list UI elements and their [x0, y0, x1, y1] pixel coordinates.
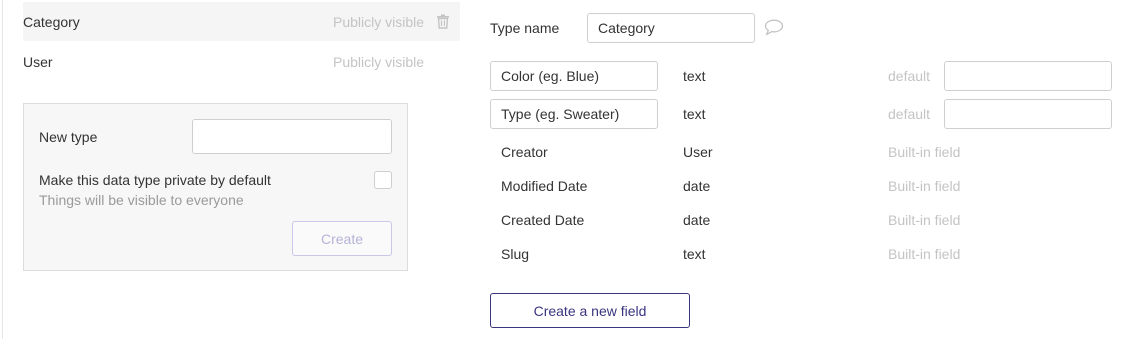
new-type-label: New type [39, 129, 98, 145]
type-list-item-privacy[interactable]: Publicly visible [333, 14, 424, 30]
builtin-field-name: Slug [501, 246, 530, 262]
create-new-field-button[interactable]: Create a new field [490, 293, 690, 328]
field-default-label: default [888, 68, 931, 84]
private-by-default-help: Things will be visible to everyone [39, 192, 244, 208]
type-list-item-category[interactable]: Category Publicly visible [23, 2, 460, 41]
builtin-field-name: Created Date [501, 212, 585, 228]
builtin-field-note: Built-in field [888, 178, 961, 194]
comment-icon[interactable] [764, 19, 784, 36]
type-list-item-privacy[interactable]: Publicly visible [333, 54, 424, 70]
builtin-field-type: date [683, 178, 711, 194]
field-default-label: default [888, 106, 931, 122]
builtin-field-name: Modified Date [501, 178, 588, 194]
private-by-default-checkbox[interactable] [374, 171, 392, 189]
builtin-field-name: Creator [501, 144, 548, 160]
field-name-input[interactable] [490, 99, 658, 129]
builtin-field-type: User [683, 144, 713, 160]
private-by-default-label: Make this data type private by default [39, 172, 271, 188]
builtin-field-type: text [683, 246, 706, 262]
type-list-item-user[interactable]: User Publicly visible [23, 42, 460, 81]
builtin-field-note: Built-in field [888, 212, 961, 228]
field-default-input[interactable] [944, 61, 1112, 91]
create-type-button[interactable]: Create [292, 221, 392, 256]
field-name-input[interactable] [490, 61, 658, 91]
type-list-item-name: User [23, 53, 53, 70]
field-type[interactable]: text [683, 106, 706, 122]
type-list-item-name: Category [23, 13, 80, 30]
trash-icon[interactable] [436, 14, 450, 29]
field-type[interactable]: text [683, 68, 706, 84]
builtin-field-note: Built-in field [888, 144, 961, 160]
type-name-input[interactable] [587, 13, 755, 43]
new-type-panel: New type Make this data type private by … [23, 103, 408, 271]
left-border [2, 0, 3, 339]
type-name-label: Type name [490, 20, 560, 36]
builtin-field-note: Built-in field [888, 246, 961, 262]
new-type-input[interactable] [192, 119, 392, 154]
builtin-field-type: date [683, 212, 711, 228]
field-default-input[interactable] [944, 99, 1112, 129]
